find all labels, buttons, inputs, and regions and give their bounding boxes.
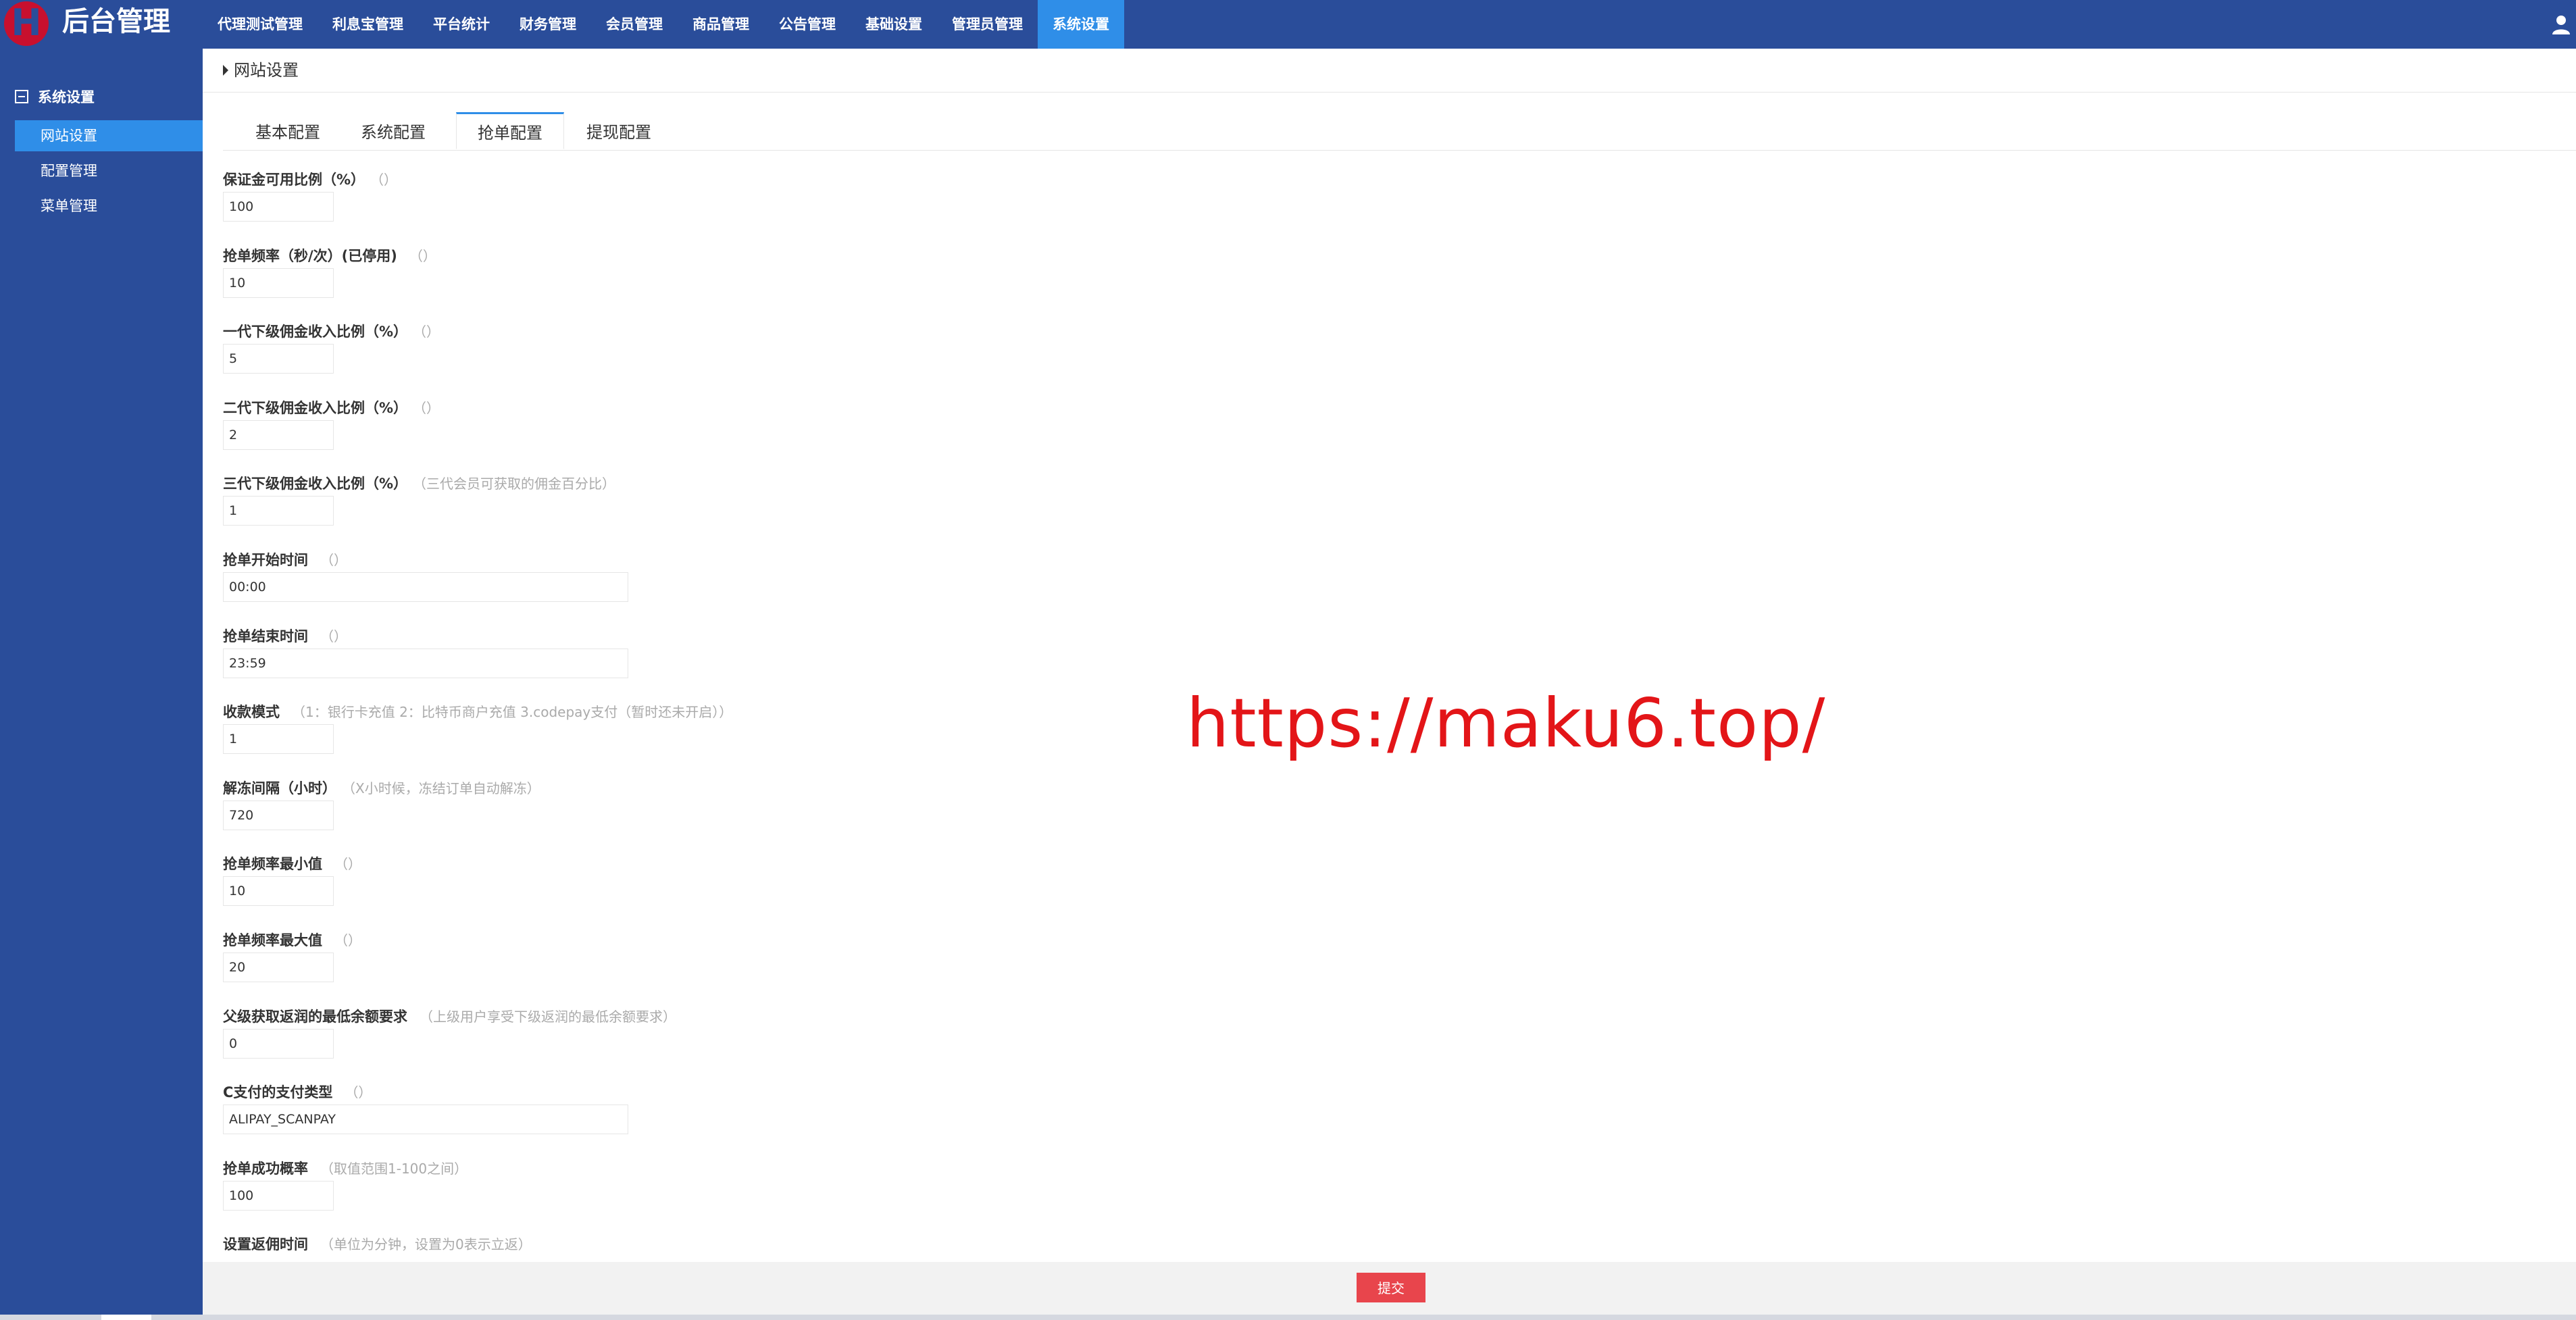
field-hint: （） (409, 248, 436, 264)
grab-end-time-input[interactable] (223, 649, 628, 678)
grab-success-rate-input[interactable] (223, 1181, 334, 1211)
field-hint: （） (420, 400, 440, 416)
topnav-item-agent-test[interactable]: 代理测试管理 (203, 0, 318, 49)
form-field: 父级获取返润的最低余额要求 （上级用户享受下级返润的最低余额要求） (223, 1006, 676, 1059)
caret-right-icon (223, 65, 228, 76)
form-field: 解冻间隔（小时） （X小时候，冻结订单自动解冻） (223, 778, 540, 830)
sidebar-item-menu-management[interactable]: 菜单管理 (15, 191, 203, 222)
form-field: 抢单开始时间 （） (223, 549, 628, 602)
topnav-item-interest[interactable]: 利息宝管理 (318, 0, 418, 49)
tab-system-config[interactable]: 系统配置 (349, 112, 438, 150)
level2-commission-input[interactable] (223, 420, 334, 450)
tab-order-grab-config[interactable]: 抢单配置 (456, 112, 564, 149)
field-label: 保证金可用比例（%） (223, 172, 365, 188)
field-label: 父级获取返润的最低余额要求 (223, 1009, 407, 1025)
top-bar: H 后台管理 代理测试管理 利息宝管理 平台统计 财务管理 会员管理 商品管理 … (0, 0, 2576, 49)
scrollbar-thumb[interactable] (101, 1315, 151, 1320)
field-hint: （） (345, 1084, 372, 1100)
form-footer: 提交 (203, 1262, 2576, 1315)
field-label: 抢单频率（秒/次）(已停用) (223, 248, 397, 264)
topnav-item-platform-stats[interactable]: 平台统计 (418, 0, 505, 49)
form-field: 一代下级佣金收入比例（%） （） (223, 321, 440, 374)
field-hint: （） (320, 552, 347, 568)
tab-basic-config[interactable]: 基本配置 (243, 112, 332, 150)
field-label: 抢单结束时间 (223, 628, 308, 644)
field-label: 一代下级佣金收入比例（%） (223, 324, 408, 340)
field-label: 解冻间隔（小时） (223, 780, 336, 796)
form-field: 抢单频率最小值 （） (223, 853, 361, 906)
sidebar-section-title[interactable]: 系统设置 (15, 86, 95, 108)
field-label: 设置返佣时间 (223, 1236, 308, 1252)
field-hint: （三代会员可获取的佣金百分比） (420, 476, 616, 492)
field-hint: （X小时候，冻结订单自动解冻） (349, 780, 540, 796)
field-hint: （） (420, 324, 440, 340)
level1-commission-input[interactable] (223, 344, 334, 374)
c-pay-type-input[interactable] (223, 1105, 628, 1134)
field-label: 抢单成功概率 (223, 1161, 308, 1177)
topnav-item-products[interactable]: 商品管理 (678, 0, 764, 49)
form-field: 收款模式 （1：银行卡充值 2：比特币商户充值 3.codepay支付（暂时还未开… (223, 701, 733, 754)
topnav-item-members[interactable]: 会员管理 (591, 0, 678, 49)
sidebar-item-website-settings[interactable]: 网站设置 (15, 120, 203, 151)
page-header: 网站设置 (203, 49, 2576, 93)
form-field: 二代下级佣金收入比例（%） （） (223, 397, 440, 450)
main-content: 网站设置 基本配置 系统配置 抢单配置 提现配置 保证金可用比例（%） （） 抢单… (203, 49, 2576, 1315)
form-field: 抢单频率（秒/次）(已停用) （） (223, 245, 436, 298)
form-field: 三代下级佣金收入比例（%） （三代会员可获取的佣金百分比） (223, 473, 616, 526)
grab-frequency-min-input[interactable] (223, 876, 334, 906)
sidebar: 系统设置 网站设置 配置管理 菜单管理 (0, 49, 203, 1315)
field-hint: （上级用户享受下级返润的最低余额要求） (420, 1009, 676, 1025)
deposit-ratio-input[interactable] (223, 192, 334, 222)
form-field: 抢单频率最大值 （） (223, 930, 361, 982)
field-label: 抢单频率最大值 (223, 932, 322, 948)
field-label: 抢单频率最小值 (223, 856, 322, 872)
sidebar-section-label: 系统设置 (38, 89, 95, 105)
logo[interactable]: H 后台管理 (0, 0, 203, 49)
top-nav: 代理测试管理 利息宝管理 平台统计 财务管理 会员管理 商品管理 公告管理 基础… (203, 0, 1124, 49)
form-field: 设置返佣时间 （单位为分钟，设置为0表示立返） (223, 1234, 532, 1254)
submit-button[interactable]: 提交 (1357, 1273, 1425, 1302)
field-hint: （） (377, 172, 398, 188)
level3-commission-input[interactable] (223, 496, 334, 526)
form-field: C支付的支付类型 （） (223, 1082, 628, 1134)
grab-frequency-input[interactable] (223, 268, 334, 298)
topnav-item-basic-settings[interactable]: 基础设置 (851, 0, 937, 49)
form-field: 抢单结束时间 （） (223, 626, 628, 678)
min-balance-input[interactable] (223, 1029, 334, 1059)
topnav-item-system-settings[interactable]: 系统设置 (1038, 0, 1124, 49)
field-label: 抢单开始时间 (223, 552, 308, 568)
field-label: 收款模式 (223, 704, 280, 720)
field-hint: （） (334, 932, 361, 948)
grab-start-time-input[interactable] (223, 572, 628, 602)
logo-letter: H (11, 1, 42, 44)
field-label: C支付的支付类型 (223, 1084, 333, 1100)
topnav-item-announcements[interactable]: 公告管理 (764, 0, 851, 49)
bottom-scrollbar[interactable] (0, 1315, 2576, 1320)
sidebar-item-config-management[interactable]: 配置管理 (15, 155, 203, 186)
grab-frequency-max-input[interactable] (223, 953, 334, 982)
unfreeze-interval-input[interactable] (223, 801, 334, 830)
field-hint: （） (334, 856, 361, 872)
field-hint: （单位为分钟，设置为0表示立返） (320, 1236, 532, 1252)
minus-square-icon (15, 90, 28, 103)
payment-mode-input[interactable] (223, 724, 334, 754)
field-label: 三代下级佣金收入比例（%） (223, 476, 408, 492)
user-icon[interactable] (2550, 14, 2572, 35)
topnav-item-finance[interactable]: 财务管理 (505, 0, 591, 49)
topnav-item-admins[interactable]: 管理员管理 (937, 0, 1038, 49)
field-hint: （1：银行卡充值 2：比特币商户充值 3.codepay支付（暂时还未开启）） (292, 704, 733, 720)
tab-withdraw-config[interactable]: 提现配置 (574, 112, 663, 150)
field-hint: （） (320, 628, 347, 644)
config-tabs: 基本配置 系统配置 抢单配置 提现配置 (223, 112, 2576, 151)
page-title: 网站设置 (234, 61, 299, 80)
form-field: 抢单成功概率 （取值范围1-100之间） (223, 1158, 468, 1211)
form-field: 保证金可用比例（%） （） (223, 169, 398, 222)
field-label: 二代下级佣金收入比例（%） (223, 400, 408, 416)
app-title: 后台管理 (62, 6, 170, 37)
watermark-url: https://maku6.top/ (1186, 684, 1826, 763)
field-hint: （取值范围1-100之间） (320, 1161, 468, 1177)
logo-mark: H (4, 1, 49, 46)
